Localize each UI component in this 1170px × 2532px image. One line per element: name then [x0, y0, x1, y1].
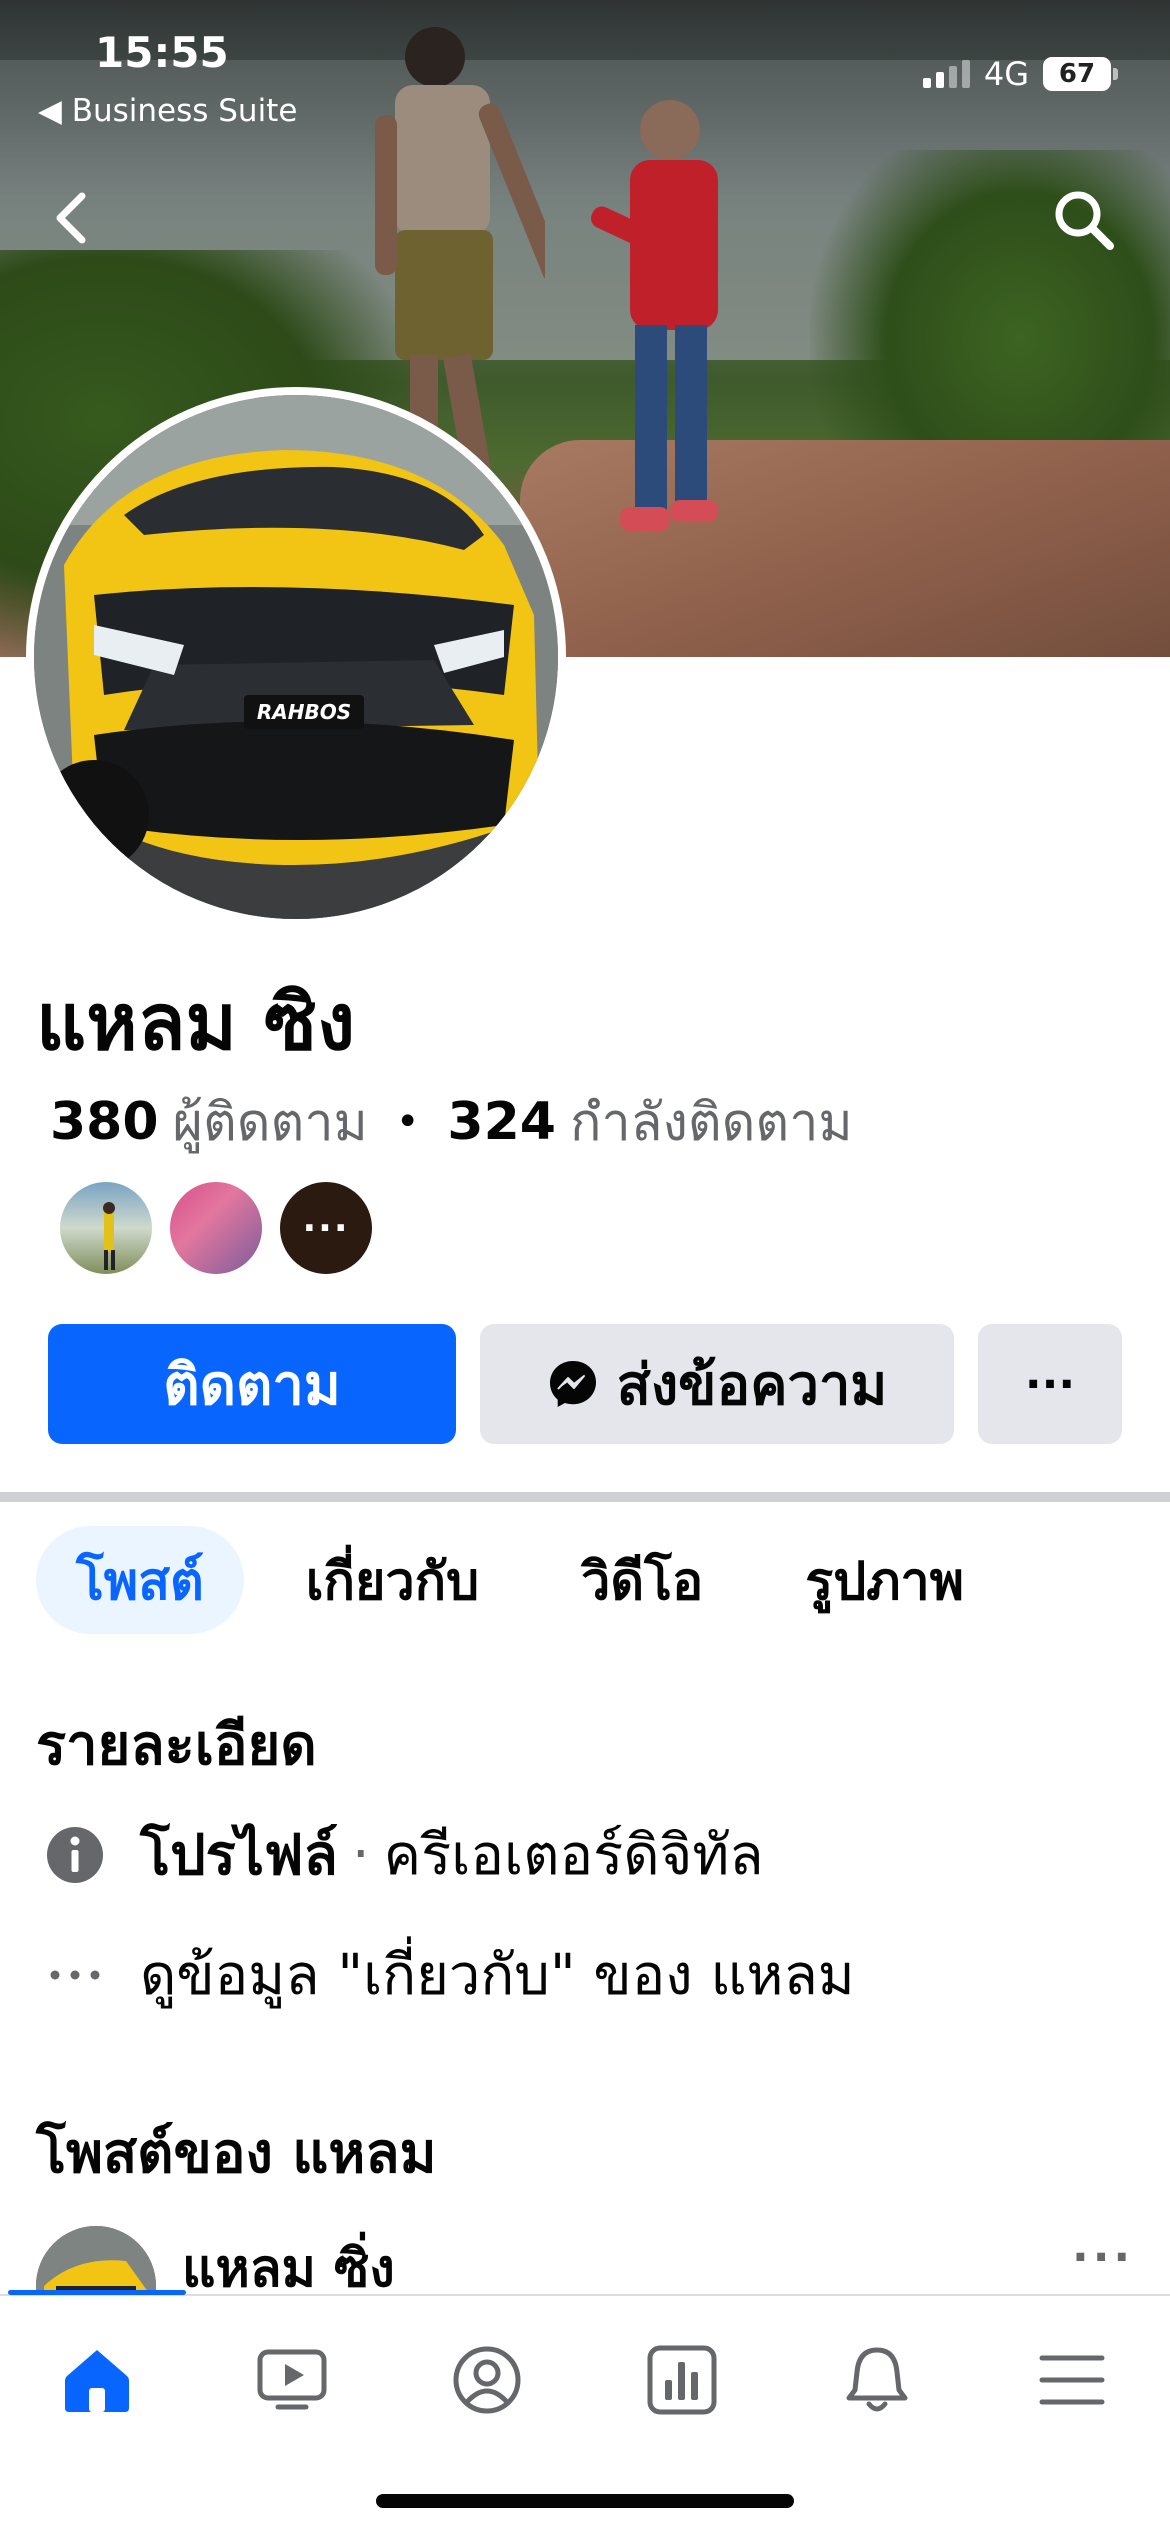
tab-posts[interactable]: โพสต์ [36, 1526, 244, 1634]
tab-videos[interactable]: วิดีโอ [541, 1526, 743, 1634]
posts-title: โพสต์ของ แหลม [36, 2121, 437, 2186]
network-type: 4G [983, 55, 1029, 93]
home-indicator[interactable] [376, 2494, 794, 2508]
bottom-navigation [0, 2290, 1170, 2532]
profile-icon[interactable] [447, 2340, 527, 2420]
friend-avatar[interactable] [58, 1180, 154, 1276]
profile-type-label: โปรไฟล์ [140, 1823, 338, 1888]
follow-button[interactable]: ติดตาม [48, 1324, 456, 1444]
info-icon [44, 1824, 106, 1886]
dashboard-icon[interactable] [642, 2340, 722, 2420]
follow-stats: 380 ผู้ติดตาม • 324 กำลังติดตาม [50, 1080, 853, 1163]
message-button[interactable]: ส่งข้อความ [480, 1324, 954, 1444]
menu-icon[interactable] [1032, 2340, 1112, 2420]
friend-avatar[interactable] [168, 1180, 264, 1276]
details-title: รายละเอียด [36, 1713, 317, 1778]
battery-level: 67 [1043, 57, 1111, 91]
mutual-followers[interactable]: ··· [58, 1180, 374, 1276]
profile-tabs: โพสต์ เกี่ยวกับ วิดีโอ รูปภาพ [36, 1526, 1004, 1634]
more-friends-icon[interactable]: ··· [278, 1180, 374, 1276]
back-arrow-icon[interactable] [48, 188, 98, 248]
see-about-link[interactable]: ดูข้อมูล "เกี่ยวกับ" ของ แหลม [140, 1930, 855, 2019]
profile-avatar[interactable]: RAHBOS [26, 387, 566, 927]
message-button-label: ส่งข้อความ [616, 1352, 888, 1418]
avatar-car-image: RAHBOS [34, 395, 558, 919]
following-label[interactable]: กำลังติดตาม [570, 1080, 853, 1163]
status-time: 15:55 [95, 28, 229, 77]
profile-type-value: ครีเอเตอร์ดิจิทัล [383, 1823, 764, 1888]
profile-name: แหลม ซิง [36, 978, 356, 1068]
video-icon[interactable] [252, 2340, 332, 2420]
tab-about[interactable]: เกี่ยวกับ [266, 1526, 519, 1634]
cover-person-child [591, 100, 718, 531]
search-icon[interactable] [1050, 186, 1116, 252]
signal-icon [922, 60, 970, 88]
tab-photos[interactable]: รูปภาพ [765, 1526, 1004, 1634]
active-tab-indicator [8, 2290, 186, 2295]
stats-separator: • [395, 1098, 420, 1145]
back-to-app-link[interactable]: ◀ Business Suite [38, 93, 297, 129]
profile-type-separator: · [351, 1822, 370, 1887]
post-more-icon[interactable]: ··· [1072, 2232, 1134, 2283]
profile-actions: ติดตาม ส่งข้อความ ··· [48, 1324, 1122, 1444]
messenger-icon [549, 1361, 596, 1407]
profile-type-row: โปรไฟล์ · ครีเอเตอร์ดิจิทัล [44, 1810, 764, 1899]
home-icon[interactable] [57, 2340, 137, 2420]
section-divider [0, 1492, 1170, 1502]
more-actions-button[interactable]: ··· [978, 1324, 1122, 1444]
battery-icon: 67 [1043, 57, 1118, 91]
avatar-plate-text: RAHBOS [257, 700, 351, 724]
ellipsis-icon [44, 1944, 106, 2006]
following-count[interactable]: 324 [447, 1092, 556, 1152]
bell-icon[interactable] [837, 2340, 917, 2420]
status-indicators: 4G 67 [922, 55, 1118, 93]
followers-count[interactable]: 380 [50, 1092, 159, 1152]
followers-label[interactable]: ผู้ติดตาม [173, 1080, 368, 1163]
see-about-row[interactable]: ดูข้อมูล "เกี่ยวกับ" ของ แหลม [44, 1930, 855, 2019]
